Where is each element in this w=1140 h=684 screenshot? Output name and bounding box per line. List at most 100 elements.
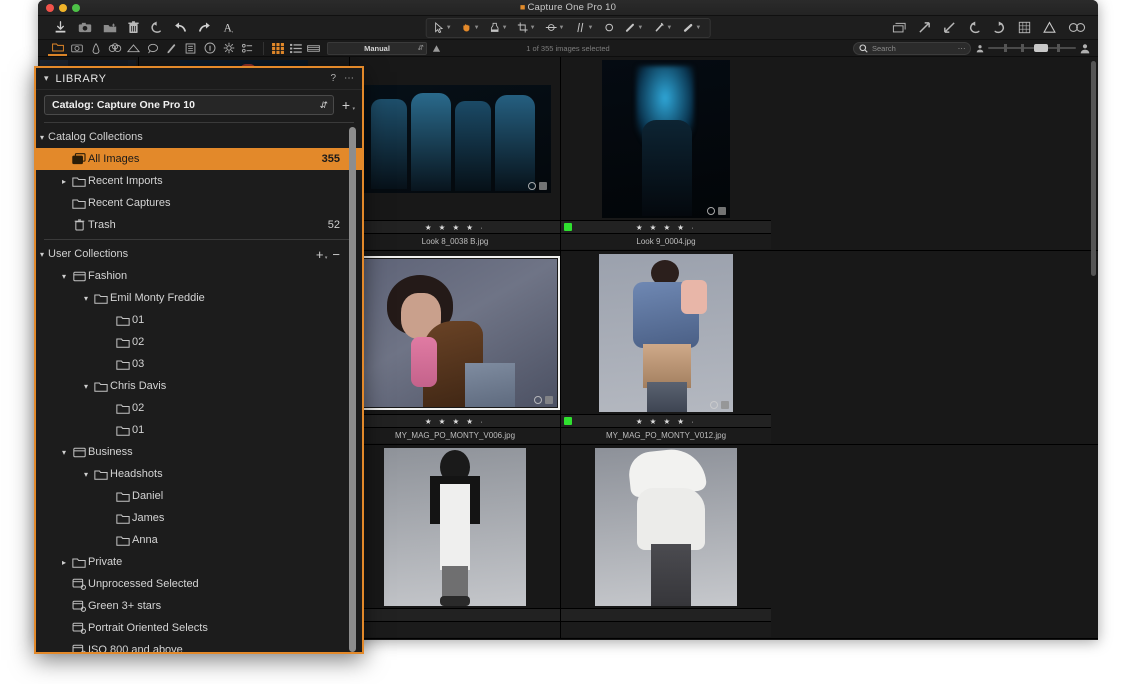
thumbnail-image[interactable] (561, 57, 771, 220)
new-folder-icon[interactable] (103, 22, 117, 34)
draw-mask-tool[interactable]: ▼ (619, 20, 648, 36)
chevron-down-icon[interactable]: ▾ (44, 73, 49, 84)
import-icon[interactable] (54, 21, 67, 34)
collection-item-james[interactable]: James (36, 507, 362, 529)
reset-icon[interactable] (150, 21, 163, 34)
thumbnail-cell[interactable] (350, 445, 560, 639)
collection-item-daniel[interactable]: Daniel (36, 485, 362, 507)
collection-item-business[interactable]: ▾ Business (36, 441, 362, 463)
collection-item-01[interactable]: 01 (36, 309, 362, 331)
remove-user-collection-button[interactable]: − (332, 247, 340, 262)
library-scrollbar[interactable] (349, 127, 356, 652)
collection-item-02[interactable]: 02 (36, 331, 362, 353)
collection-item-iso-800-and-above[interactable]: ISO 800 and above (36, 639, 362, 652)
keystone-tool[interactable]: ▼ (569, 20, 598, 36)
tool-tab-capture[interactable] (67, 40, 86, 56)
disclosure-icon[interactable]: ▾ (80, 294, 92, 303)
tool-tab-batch[interactable] (238, 40, 257, 56)
collection-item-fashion[interactable]: ▾ Fashion (36, 265, 362, 287)
catalog-select[interactable]: Catalog: Capture One Pro 10 ⇵ (44, 95, 334, 115)
collections-tree[interactable]: ▾ Catalog Collections All Images 355 ▸ R… (36, 123, 362, 652)
rotate-tool[interactable]: ▼ (541, 20, 570, 36)
disclosure-icon[interactable]: ▾ (58, 448, 70, 457)
collection-item-unprocessed-selected[interactable]: Unprocessed Selected (36, 573, 362, 595)
collection-item-emil-monty-freddie[interactable]: ▾ Emil Monty Freddie (36, 287, 362, 309)
tool-tab-output[interactable] (219, 40, 238, 56)
collection-item-recent-captures[interactable]: Recent Captures (36, 192, 362, 214)
collection-item-portrait-oriented-selects[interactable]: Portrait Oriented Selects (36, 617, 362, 639)
collection-item-green-3-plus-stars[interactable]: Green 3+ stars (36, 595, 362, 617)
color-tag[interactable] (564, 417, 572, 425)
zoom-in-icon[interactable] (918, 21, 931, 34)
chevron-updown-icon[interactable]: ⇵ (319, 100, 327, 110)
section-header-user-collections[interactable]: ▾ User Collections + − (36, 243, 362, 265)
tool-tab-lens[interactable] (86, 40, 105, 56)
print-icon[interactable] (892, 22, 906, 34)
crop-tool[interactable]: ▼ (513, 20, 541, 36)
collection-item-01[interactable]: 01 (36, 419, 362, 441)
grid-view-button[interactable] (270, 42, 285, 55)
disclosure-icon[interactable]: ▾ (36, 133, 48, 142)
disclosure-icon[interactable]: ▸ (58, 177, 70, 186)
list-view-button[interactable] (288, 42, 303, 55)
grid-overlay-icon[interactable] (1018, 21, 1031, 34)
slider-knob[interactable] (1033, 44, 1048, 52)
collection-item-03[interactable]: 03 (36, 353, 362, 375)
thumbnail-image[interactable] (350, 57, 560, 220)
disclosure-icon[interactable]: ▸ (58, 558, 70, 567)
tool-tab-exposure[interactable] (124, 40, 143, 56)
loupe-icon[interactable] (1068, 22, 1086, 33)
collection-item-all-images[interactable]: All Images 355 (36, 148, 362, 170)
tool-tab-details[interactable] (143, 40, 162, 56)
thumbnail-image[interactable] (350, 445, 560, 608)
collection-item-trash[interactable]: Trash 52 (36, 214, 362, 236)
thumbnail-image[interactable] (561, 445, 771, 608)
disclosure-icon[interactable]: ▾ (36, 250, 48, 259)
thumbnail-size-slider[interactable] (976, 43, 1090, 54)
help-icon[interactable]: ? (330, 73, 336, 84)
thumbnail-image[interactable] (350, 251, 560, 414)
spot-removal-tool[interactable] (598, 20, 619, 36)
capture-icon[interactable] (78, 21, 92, 34)
search-options-icon[interactable]: ⋯ (957, 44, 965, 53)
rotate-left-icon[interactable] (968, 21, 981, 34)
thumbnail-cell[interactable] (561, 445, 771, 639)
tool-tab-color[interactable] (105, 40, 124, 56)
thumbnail-cell[interactable]: ★ ★ ★ ★ · MY_MAG_PO_MONTY_V012.jpg (561, 251, 771, 445)
disclosure-icon[interactable]: ▾ (58, 272, 70, 281)
tool-tab-info[interactable] (200, 40, 219, 56)
add-collection-button[interactable]: + (342, 97, 355, 113)
tool-tab-library[interactable] (48, 40, 67, 56)
star-rating[interactable]: ★ ★ ★ ★ · (425, 223, 485, 232)
text-tool-icon[interactable]: A (222, 21, 235, 34)
collection-item-private[interactable]: ▸ Private (36, 551, 362, 573)
thumbnail-cell[interactable]: ★ ★ ★ ★ · Look 9_0004.jpg (561, 57, 771, 251)
star-rating[interactable]: ★ ★ ★ ★ · (425, 417, 485, 426)
search-input[interactable]: Search ⋯ (853, 41, 971, 55)
collection-item-anna[interactable]: Anna (36, 529, 362, 551)
tool-tab-adjustments[interactable] (162, 40, 181, 56)
slider-track[interactable] (988, 44, 1076, 52)
erase-tool[interactable]: ▼ (677, 20, 706, 36)
disclosure-icon[interactable]: ▾ (80, 470, 92, 479)
heal-tool[interactable]: ▼ (648, 20, 677, 36)
collection-item-chris-davis[interactable]: ▾ Chris Davis (36, 375, 362, 397)
more-options-icon[interactable]: ⋯ (344, 73, 354, 84)
collection-item-02[interactable]: 02 (36, 397, 362, 419)
pointer-tool[interactable]: ▼ (430, 20, 457, 36)
sort-direction-icon[interactable] (432, 44, 441, 53)
star-rating[interactable]: ★ ★ ★ ★ · (636, 223, 696, 232)
rotate-right-icon[interactable] (993, 21, 1006, 34)
browser-scrollbar[interactable] (1091, 61, 1096, 276)
warning-icon[interactable] (1043, 21, 1056, 34)
filmstrip-view-button[interactable] (306, 42, 321, 55)
redo-icon[interactable] (198, 21, 211, 34)
thumbnail-image[interactable] (561, 251, 771, 414)
star-rating[interactable]: ★ ★ ★ ★ · (636, 417, 696, 426)
disclosure-icon[interactable]: ▾ (80, 382, 92, 391)
zoom-out-icon[interactable] (943, 21, 956, 34)
tool-tab-metadata[interactable] (181, 40, 200, 56)
collection-item-recent-imports[interactable]: ▸ Recent Imports (36, 170, 362, 192)
thumbnail-cell[interactable]: ★ ★ ★ ★ · Look 8_0038 B.jpg (350, 57, 560, 251)
pan-tool[interactable]: ▼ (457, 20, 485, 36)
